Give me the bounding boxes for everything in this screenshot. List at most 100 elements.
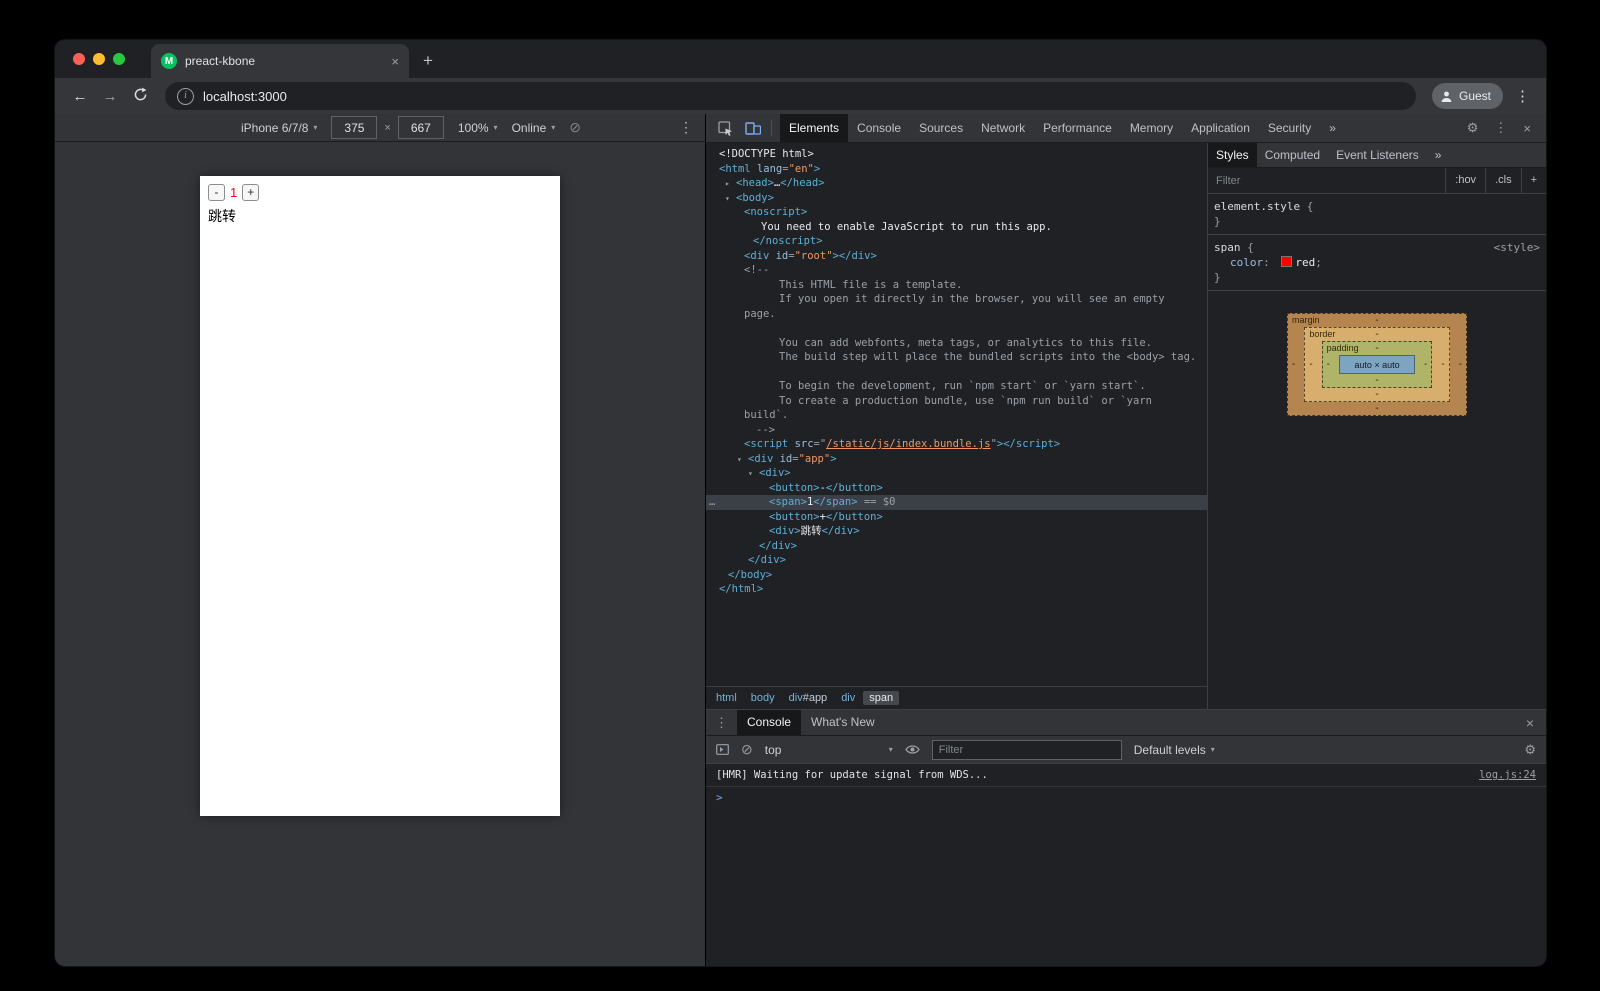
dom-tree-row[interactable]: You need to enable JavaScript to run thi…: [706, 220, 1207, 235]
tab-close-icon[interactable]: ×: [391, 54, 399, 69]
address-bar[interactable]: i localhost:3000: [165, 82, 1416, 110]
margin-top-value[interactable]: -: [1375, 314, 1378, 327]
increment-button[interactable]: +: [242, 184, 259, 201]
toggle-device-toolbar-icon[interactable]: [739, 122, 767, 135]
boxmodel-border[interactable]: border - - padding -: [1304, 327, 1449, 402]
devtools-tab-sources[interactable]: Sources: [910, 114, 972, 142]
styles-tab-styles[interactable]: Styles: [1208, 143, 1257, 167]
devtools-tab-memory[interactable]: Memory: [1121, 114, 1182, 142]
live-expression-eye-icon[interactable]: [905, 744, 920, 755]
zoom-window-button[interactable]: [113, 53, 125, 65]
jump-link[interactable]: 跳转: [208, 206, 552, 226]
dom-tree-row[interactable]: build`.: [706, 408, 1207, 423]
border-left-value[interactable]: -: [1309, 358, 1312, 371]
dom-tree-row[interactable]: <!DOCTYPE html>: [706, 147, 1207, 162]
clear-console-icon[interactable]: ⊘: [741, 741, 753, 758]
dom-tree-row[interactable]: </div>: [706, 553, 1207, 568]
site-info-icon[interactable]: i: [177, 88, 194, 105]
padding-left-value[interactable]: -: [1327, 358, 1330, 371]
dom-tree-row[interactable]: This HTML file is a template.: [706, 278, 1207, 293]
breadcrumb-item-span[interactable]: span: [863, 691, 899, 705]
device-width-input[interactable]: [331, 116, 377, 139]
dom-tree-row[interactable]: ▸<head>…</head>: [706, 176, 1207, 191]
dom-tree-row[interactable]: </body>: [706, 568, 1207, 583]
devtools-tab-console[interactable]: Console: [848, 114, 910, 142]
devtools-tab-elements[interactable]: Elements: [780, 114, 848, 142]
dom-tree-row[interactable]: <script src="/static/js/index.bundle.js"…: [706, 437, 1207, 452]
throttle-select[interactable]: Online ▾: [512, 121, 556, 135]
device-toolbar-menu-icon[interactable]: ⋮: [679, 119, 693, 136]
dom-tree-row[interactable]: ▾<div id="app">: [706, 452, 1207, 467]
more-styles-tabs-icon[interactable]: »: [1427, 148, 1450, 162]
border-bottom-value[interactable]: -: [1375, 388, 1378, 401]
log-levels-select[interactable]: Default levels ▾: [1134, 743, 1215, 757]
rotate-disabled-icon[interactable]: ⊘: [569, 119, 581, 136]
boxmodel-content[interactable]: auto × auto: [1339, 355, 1415, 374]
css-property-row[interactable]: color: red;: [1214, 255, 1540, 270]
dom-tree-row[interactable]: You can add webfonts, meta tags, or anal…: [706, 336, 1207, 351]
dom-tree-row[interactable]: </html>: [706, 582, 1207, 597]
device-select[interactable]: iPhone 6/7/8 ▾: [241, 121, 317, 135]
execution-context-select[interactable]: top ▾: [765, 743, 893, 757]
breadcrumb-item-html[interactable]: html: [710, 691, 743, 705]
boxmodel-padding[interactable]: padding - - auto × auto -: [1322, 341, 1433, 388]
padding-right-value[interactable]: -: [1424, 358, 1427, 371]
console-filter-input[interactable]: [932, 740, 1122, 760]
padding-bottom-value[interactable]: -: [1375, 374, 1378, 387]
browser-menu-icon[interactable]: ⋮: [1509, 87, 1536, 105]
styles-filter-input[interactable]: [1208, 175, 1445, 187]
devtools-settings-icon[interactable]: ⚙: [1460, 120, 1486, 136]
device-height-input[interactable]: [398, 116, 444, 139]
boxmodel-margin[interactable]: margin - - border - -: [1287, 313, 1467, 416]
collapse-arrow-icon[interactable]: ▾: [748, 467, 753, 482]
profile-button[interactable]: Guest: [1432, 83, 1503, 109]
element-style-section[interactable]: element.style { }: [1208, 194, 1546, 235]
dom-tree-row[interactable]: <noscript>: [706, 205, 1207, 220]
decrement-button[interactable]: -: [208, 184, 225, 201]
dom-tree-row[interactable]: [706, 321, 1207, 336]
console-prompt[interactable]: >: [706, 787, 1546, 807]
drawer-close-icon[interactable]: ×: [1514, 715, 1546, 731]
drawer-menu-icon[interactable]: ⋮: [706, 715, 737, 731]
styles-tab-computed[interactable]: Computed: [1257, 143, 1328, 167]
color-swatch[interactable]: [1281, 256, 1292, 267]
drawer-tab-console[interactable]: Console: [737, 710, 801, 735]
dom-tree-row[interactable]: page.: [706, 307, 1207, 322]
dom-tree-row[interactable]: </noscript>: [706, 234, 1207, 249]
border-right-value[interactable]: -: [1441, 358, 1444, 371]
collapse-arrow-icon[interactable]: ▾: [737, 453, 742, 468]
span-style-rule[interactable]: span { <style> color: red; }: [1208, 235, 1546, 291]
dom-tree-row-selected[interactable]: …<span>1</span> == $0: [706, 495, 1207, 510]
dom-tree-row[interactable]: If you open it directly in the browser, …: [706, 292, 1207, 307]
dom-tree-row[interactable]: <button>+</button>: [706, 510, 1207, 525]
dom-tree-row[interactable]: <button>-</button>: [706, 481, 1207, 496]
dom-tree-row[interactable]: The build step will place the bundled sc…: [706, 350, 1207, 365]
dom-tree-row[interactable]: </div>: [706, 539, 1207, 554]
dom-tree-row[interactable]: To begin the development, run `npm start…: [706, 379, 1207, 394]
dom-tree-row[interactable]: <div>跳转</div>: [706, 524, 1207, 539]
devtools-close-icon[interactable]: ×: [1516, 121, 1538, 136]
minimize-window-button[interactable]: [93, 53, 105, 65]
zoom-select[interactable]: 100% ▾: [458, 121, 498, 135]
devtools-tab-performance[interactable]: Performance: [1034, 114, 1121, 142]
margin-bottom-value[interactable]: -: [1375, 402, 1378, 415]
new-tab-button[interactable]: +: [409, 51, 433, 78]
breadcrumb-item-body[interactable]: body: [745, 691, 781, 705]
expand-arrow-icon[interactable]: ▸: [725, 177, 730, 192]
drawer-tab-what-s-new[interactable]: What's New: [801, 710, 885, 735]
breadcrumb-item-div[interactable]: div: [835, 691, 861, 705]
dom-tree-row[interactable]: To create a production bundle, use `npm …: [706, 394, 1207, 409]
devtools-tab-application[interactable]: Application: [1182, 114, 1259, 142]
dom-tree-row[interactable]: -->: [706, 423, 1207, 438]
console-sidebar-icon[interactable]: [716, 744, 729, 755]
inspect-element-icon[interactable]: [712, 121, 739, 136]
forward-button[interactable]: →: [95, 88, 125, 105]
console-settings-icon[interactable]: ⚙: [1524, 742, 1536, 758]
close-window-button[interactable]: [73, 53, 85, 65]
devtools-tab-network[interactable]: Network: [972, 114, 1034, 142]
back-button[interactable]: ←: [65, 88, 95, 105]
margin-right-value[interactable]: -: [1459, 358, 1462, 371]
collapse-arrow-icon[interactable]: ▾: [725, 192, 730, 207]
style-origin-link[interactable]: <style>: [1494, 240, 1540, 255]
devtools-tab-security[interactable]: Security: [1259, 114, 1320, 142]
